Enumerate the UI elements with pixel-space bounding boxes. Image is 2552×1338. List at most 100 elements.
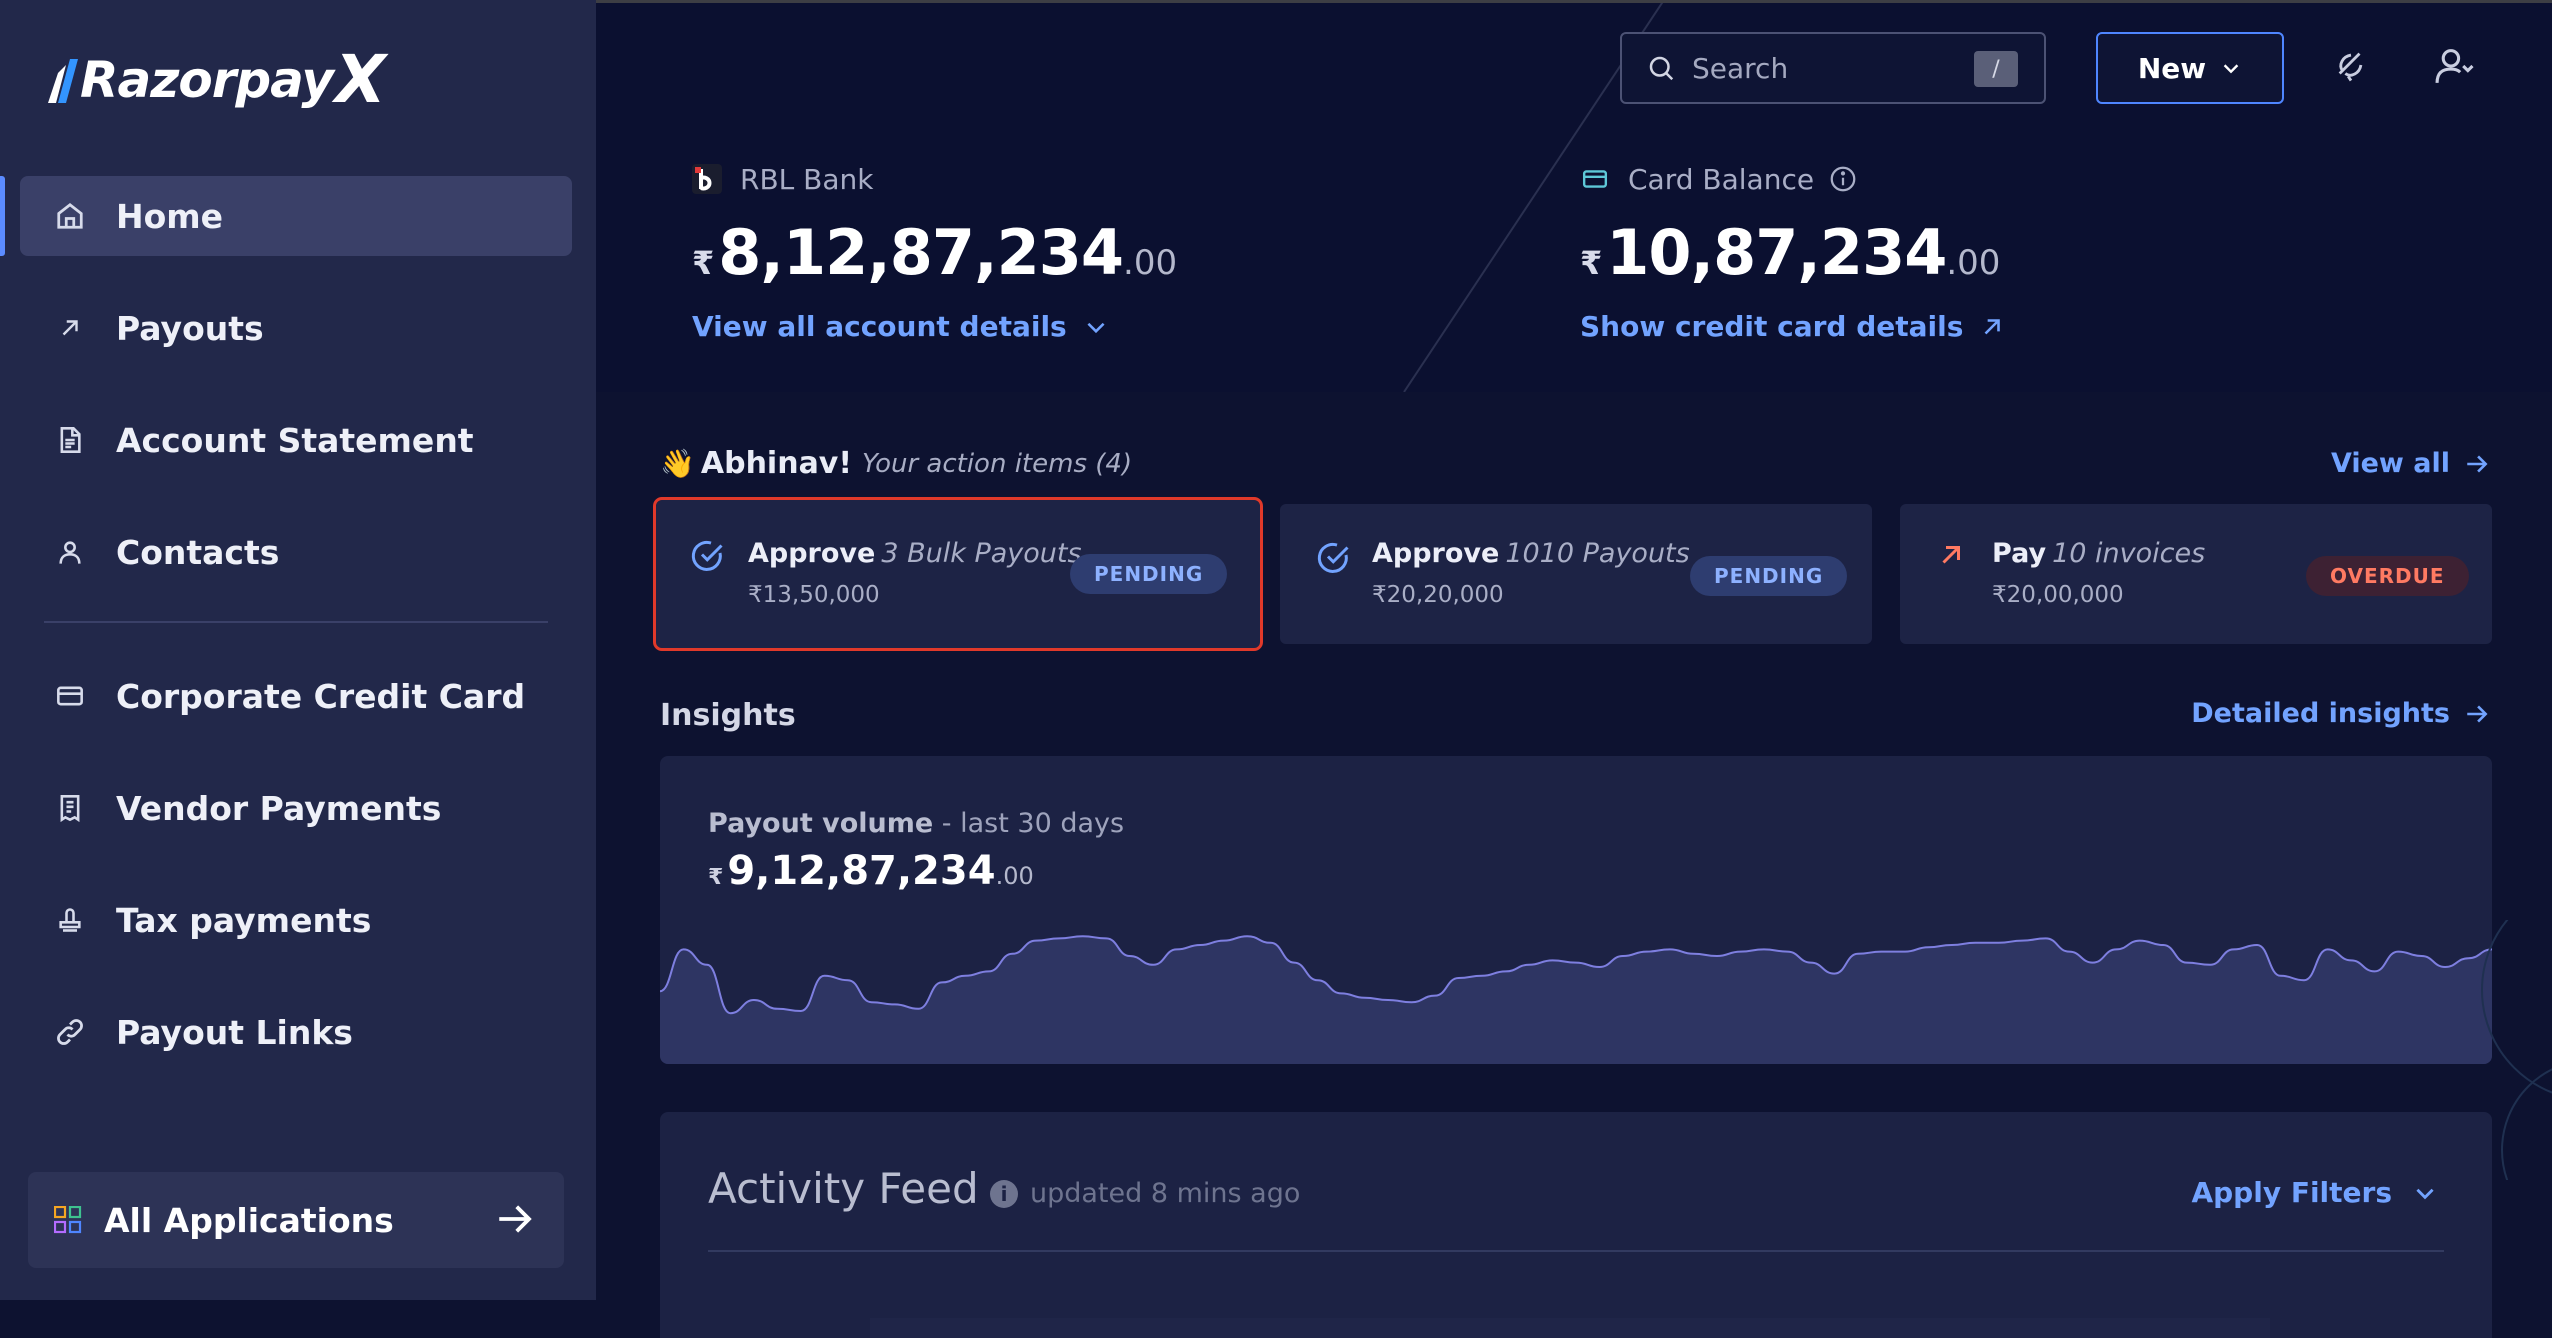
show-credit-card-details-link[interactable]: Show credit card details [1580,310,2005,343]
sidebar-item-label: Vendor Payments [116,788,442,828]
user-greeting: Abhinav! [700,446,853,481]
rbl-bank-icon [692,164,722,194]
action-card-approve-bulk-payouts[interactable]: Approve 3 Bulk Payouts ₹13,50,000 PENDING [653,497,1263,651]
stamp-icon [50,905,90,935]
sidebar-item-payout-links[interactable]: Payout Links [20,992,572,1072]
search-placeholder: Search [1692,51,1789,85]
activity-row [870,1318,2270,1338]
link-icon [50,1017,90,1047]
apply-filters-label: Apply Filters [2191,1176,2392,1209]
action-amount: ₹13,50,000 [748,582,880,608]
action-amount: ₹20,20,000 [1372,582,1504,608]
razorpay-logo-icon [48,59,78,103]
status-badge: PENDING [1690,556,1848,596]
sidebar-item-label: Tax payments [116,900,372,940]
search-input[interactable]: Search / [1620,32,2046,104]
action-card-pay-invoices[interactable]: Pay 10 invoices ₹20,00,000 OVERDUE [1900,504,2492,644]
activity-feed-panel: Activity Feed i updated 8 mins ago Apply… [660,1112,2492,1338]
sidebar-item-account-statement[interactable]: Account Statement [20,400,572,480]
check-circle-icon [691,540,723,571]
sidebar-item-tax-payments[interactable]: Tax payments [20,880,572,960]
apply-filters-button[interactable]: Apply Filters [2191,1176,2438,1209]
new-button[interactable]: New [2096,32,2284,104]
brand-name: Razorpay [80,51,334,109]
activity-updated-status: i updated 8 mins ago [990,1178,1300,1209]
payout-decimal: .00 [995,862,1034,890]
announcement-icon[interactable] [2334,46,2368,84]
currency-symbol: ₹ [708,865,724,890]
sidebar-item-label: Home [116,196,224,236]
info-icon: i [990,1179,1018,1208]
arrow-right-icon [2467,704,2488,723]
all-applications-button[interactable]: All Applications [28,1172,564,1268]
show-credit-card-details-label: Show credit card details [1580,310,1964,343]
arrow-right-icon [2467,454,2488,473]
view-all-label: View all [2330,448,2450,479]
action-title: Approve 1010 Payouts [1372,538,1690,569]
sidebar-item-label: Corporate Credit Card [116,676,526,716]
bank-balance: ₹ 8,12,87,234 .00 [692,216,1177,289]
bank-balance-decimal: .00 [1123,243,1178,283]
view-all-link[interactable]: View all [2331,448,2490,479]
brand-x: X [334,41,386,118]
activity-divider [708,1250,2444,1252]
arrow-right-icon [499,1205,532,1233]
view-account-details-link[interactable]: View all account details [692,310,1109,343]
card-balance: ₹ 10,87,234 .00 [1580,216,2000,289]
sidebar-item-home[interactable]: Home [0,176,572,256]
decorative-circles [2481,920,2552,1180]
payout-volume-area [660,936,2492,1064]
chevron-down-icon [2416,1188,2434,1199]
sidebar-item-vendor-payments[interactable]: Vendor Payments [20,768,572,848]
card-balance-label: Card Balance [1628,162,1815,196]
credit-card-icon [50,682,90,710]
document-icon [50,425,90,455]
info-icon[interactable] [1828,164,1858,194]
currency-symbol: ₹ [692,244,715,282]
action-verb: Approve [1372,538,1500,569]
sidebar-item-label: Contacts [116,532,280,572]
greeting: 👋 Abhinav! Your action items (4) [660,446,1132,481]
sidebar-item-label: Payouts [116,308,264,348]
search-shortcut-key: / [1974,51,2018,87]
payout-volume-label: Payout volume - last 30 days [708,808,1124,839]
action-detail: 10 invoices [2052,538,2206,569]
currency-symbol: ₹ [1580,244,1603,282]
external-arrow-icon [1984,318,2001,334]
card-balance-amount: 10,87,234 [1606,216,1947,289]
user-menu-icon[interactable] [2434,46,2474,86]
payout-amount: 9,12,87,234 [727,848,996,894]
detailed-insights-link[interactable]: Detailed insights [2191,698,2490,729]
sidebar-item-payouts[interactable]: Payouts [20,288,572,368]
sidebar-item-label: Account Statement [116,420,474,460]
card-balance-summary: Card Balance ₹ 10,87,234 .00 Show credit… [1580,158,2000,344]
arrow-up-right-icon [1942,546,1960,564]
payout-volume-chart [660,935,2492,1064]
activity-feed-title: Activity Feed [708,1164,979,1213]
view-account-details-label: View all account details [692,310,1067,343]
apps-grid-icon [54,1206,82,1234]
action-verb: Approve [748,538,876,569]
insights-title: Insights [660,698,796,733]
action-card-approve-payouts[interactable]: Approve 1010 Payouts ₹20,20,000 PENDING [1280,504,1872,644]
status-badge: PENDING [1070,554,1228,594]
sidebar-item-corporate-credit-card[interactable]: Corporate Credit Card [20,656,572,736]
action-title: Pay 10 invoices [1992,538,2205,569]
sidebar: Razorpay X Home Payouts Account Statemen… [0,0,596,1300]
updated-label: updated 8 mins ago [1030,1178,1301,1209]
payout-volume-amount: ₹ 9,12,87,234 .00 [708,848,1034,894]
sidebar-item-contacts[interactable]: Contacts [20,512,572,592]
credit-card-icon [1582,170,1608,188]
action-detail: 1010 Payouts [1505,538,1690,569]
search-icon [1649,56,1674,81]
metric-period: - last 30 days [933,808,1125,839]
wave-icon: 👋 [660,447,695,480]
payout-volume-card[interactable]: Payout volume - last 30 days ₹ 9,12,87,2… [660,756,2492,1064]
action-verb: Pay [1992,538,2047,569]
action-detail: 3 Bulk Payouts [881,538,1082,569]
detailed-insights-label: Detailed insights [2191,698,2450,729]
razorpayx-logo[interactable]: Razorpay X [44,44,386,116]
bank-name: RBL Bank [740,162,874,196]
action-amount: ₹20,00,000 [1992,582,2124,608]
new-button-label: New [2137,51,2207,85]
